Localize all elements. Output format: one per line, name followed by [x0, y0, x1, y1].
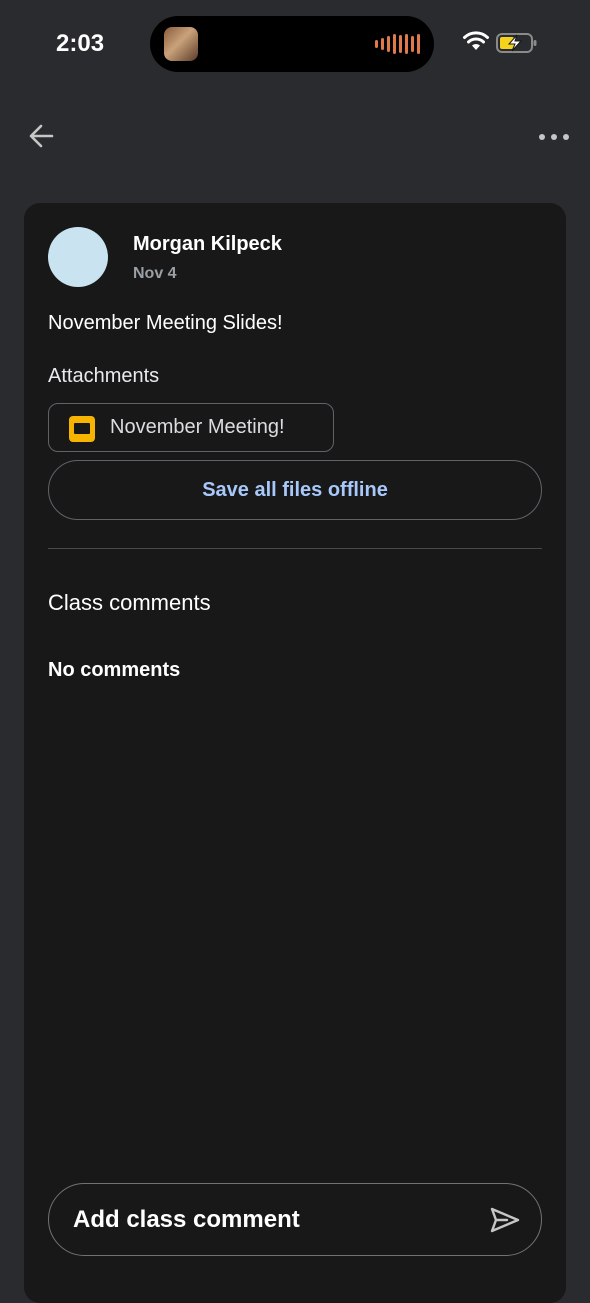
post-title: November Meeting Slides! — [48, 312, 283, 334]
now-playing-artwork — [164, 27, 198, 61]
author-name: Morgan Kilpeck — [133, 233, 282, 255]
google-slides-icon — [69, 416, 95, 442]
no-comments-text: No comments — [48, 659, 181, 681]
battery-charging-icon — [496, 33, 537, 53]
add-comment-input[interactable]: Add class comment — [48, 1183, 542, 1256]
attachments-label: Attachments — [48, 365, 160, 387]
class-comments-heading: Class comments — [48, 590, 211, 615]
post-date: Nov 4 — [133, 265, 177, 282]
attachment-name: November Meeting! — [110, 416, 285, 438]
divider — [48, 548, 542, 549]
audio-waveform-icon — [375, 33, 420, 55]
more-options-icon[interactable] — [536, 122, 572, 152]
wifi-icon — [463, 31, 489, 50]
comment-placeholder: Add class comment — [73, 1206, 300, 1233]
save-offline-button[interactable]: Save all files offline — [48, 460, 542, 520]
avatar[interactable] — [48, 227, 108, 287]
back-arrow-icon[interactable] — [24, 118, 60, 154]
send-icon[interactable] — [489, 1206, 521, 1234]
status-time: 2:03 — [56, 30, 105, 57]
attachment-chip[interactable]: November Meeting! — [48, 403, 334, 452]
announcement-card: Morgan Kilpeck Nov 4 November Meeting Sl… — [24, 203, 566, 1303]
dynamic-island[interactable] — [150, 16, 434, 72]
